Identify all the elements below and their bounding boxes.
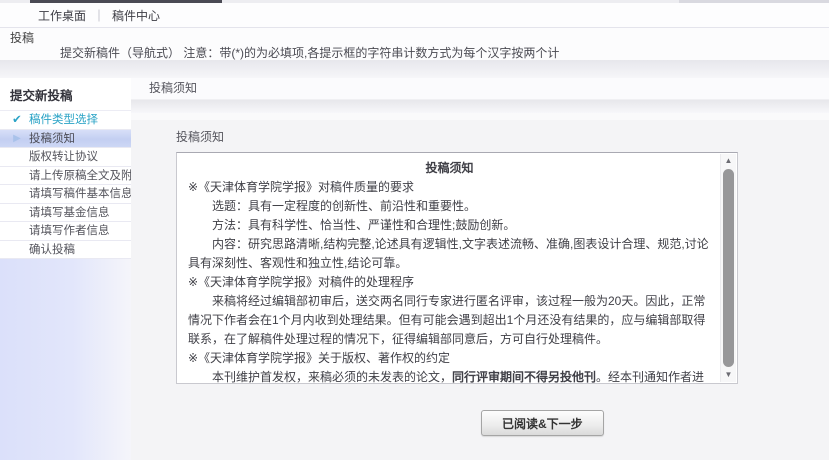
- section-gradient-bar: [131, 99, 829, 113]
- header-gradient-band: [0, 60, 829, 78]
- browser-tab-remnant: [30, 0, 222, 3]
- sidebar-step-8[interactable]: 确认投稿: [0, 241, 131, 260]
- sidebar-step-1[interactable]: ✔ 稿件类型选择: [0, 111, 131, 130]
- notice-paragraph: 投稿须知: [188, 159, 711, 178]
- sidebar-step-label: 确认投稿: [29, 244, 75, 256]
- top-strip-segment: [679, 0, 829, 3]
- scroll-up-icon[interactable]: ▲: [721, 154, 736, 168]
- wizard-steps: ✔ 稿件类型选择 ▶ 投稿须知版权转让协议请上传原稿全文及附件请填写稿件基本信息请填写…: [0, 110, 131, 259]
- scroll-down-icon[interactable]: ▼: [721, 368, 736, 382]
- notice-paragraph: ※《天津体育学院学报》对稿件的处理程序: [188, 273, 711, 292]
- notice-paragraph: 选题：具有一定程度的创新性、前沿性和重要性。: [188, 197, 711, 216]
- sidebar-background: [0, 259, 131, 460]
- notice-paragraph: 方法：具有科学性、恰当性、严谨性和合理性;鼓励创新。: [188, 216, 711, 235]
- nav-workspace-link[interactable]: 工作桌面: [38, 7, 86, 24]
- sidebar-step-label: 投稿须知: [29, 133, 75, 145]
- required-fields-note: 提交新稿件（导航式） 注意：带(*)的为必填项,各提示框的字符串计数方式为每个汉…: [10, 46, 829, 61]
- notice-paragraph: ※《天津体育学院学报》关于版权、著作权的约定: [188, 349, 711, 368]
- sidebar-step-label: 请填写基金信息: [29, 207, 110, 219]
- main-panel: 投稿须知 投稿须知 投稿须知※《天津体育学院学报》对稿件质量的要求选题：具有一定…: [131, 78, 829, 460]
- window-top-strip: [0, 0, 829, 3]
- arrow-right-icon: ▶: [9, 130, 25, 149]
- workspace-nav-bar: 工作桌面 ｜ 稿件中心: [0, 3, 829, 28]
- sidebar-step-label: 请上传原稿全文及附件: [29, 170, 131, 182]
- sidebar-step-label: 稿件类型选择: [29, 114, 98, 126]
- sidebar-step-6[interactable]: 请填写基金信息: [0, 204, 131, 223]
- scrollbar-thumb[interactable]: [723, 169, 734, 367]
- sidebar-step-label: 请填写稿件基本信息: [29, 188, 131, 200]
- section-gap: [131, 113, 829, 120]
- notice-paragraph: ※《天津体育学院学报》对稿件质量的要求: [188, 178, 711, 197]
- sidebar-step-3[interactable]: 版权转让协议: [0, 148, 131, 167]
- notice-box[interactable]: 投稿须知※《天津体育学院学报》对稿件质量的要求选题：具有一定程度的创新性、前沿性…: [176, 152, 738, 384]
- read-and-next-button[interactable]: 已阅读&下一步: [481, 410, 604, 436]
- notice-paragraph: 来稿将经过编辑部初审后，送交两名同行专家进行匿名评审，该过程一般为20天。因此，…: [188, 292, 711, 349]
- check-icon: ✔: [9, 111, 25, 130]
- sidebar-step-label: 版权转让协议: [29, 151, 98, 163]
- button-row: 已阅读&下一步: [131, 410, 829, 436]
- notice-text: 投稿须知※《天津体育学院学报》对稿件质量的要求选题：具有一定程度的创新性、前沿性…: [177, 153, 737, 383]
- sidebar-title: 提交新投稿: [0, 78, 131, 110]
- notice-paragraph: 内容：研究思路清晰,结构完整,论述具有逻辑性,文字表述流畅、准确,图表设计合理、…: [188, 235, 711, 273]
- notice-form-section: 投稿须知 投稿须知※《天津体育学院学报》对稿件质量的要求选题：具有一定程度的创新…: [131, 120, 829, 460]
- page-title: 投稿须知: [131, 78, 829, 99]
- breadcrumb: 投稿: [10, 31, 829, 46]
- sidebar-step-5[interactable]: 请填写稿件基本信息: [0, 185, 131, 204]
- submission-subheader: 投稿 提交新稿件（导航式） 注意：带(*)的为必填项,各提示框的字符串计数方式为…: [0, 28, 829, 60]
- sidebar-step-label: 请填写作者信息: [29, 225, 110, 237]
- content-area: 提交新投稿 ✔稿件类型选择▶投稿须知版权转让协议请上传原稿全文及附件请填写稿件基…: [0, 78, 829, 460]
- sidebar-step-4[interactable]: 请上传原稿全文及附件: [0, 167, 131, 186]
- sidebar-step-2[interactable]: ▶ 投稿须知: [0, 130, 131, 149]
- notice-field-label: 投稿须知: [131, 120, 829, 152]
- wizard-sidebar: 提交新投稿 ✔ 稿件类型选择 ▶ 投稿须知版权转让协议请上传原稿全文及附件请填写稿件基…: [0, 78, 131, 460]
- notice-scrollbar[interactable]: ▲ ▼: [720, 154, 736, 382]
- nav-manuscript-center-link[interactable]: 稿件中心: [112, 7, 160, 24]
- notice-paragraph: 本刊维护首发权，来稿必须的未发表的论文，同行评审期间不得另投他刊。经本刊通知作者…: [188, 368, 711, 383]
- sidebar-step-7[interactable]: 请填写作者信息: [0, 222, 131, 241]
- nav-separator: ｜: [93, 7, 105, 24]
